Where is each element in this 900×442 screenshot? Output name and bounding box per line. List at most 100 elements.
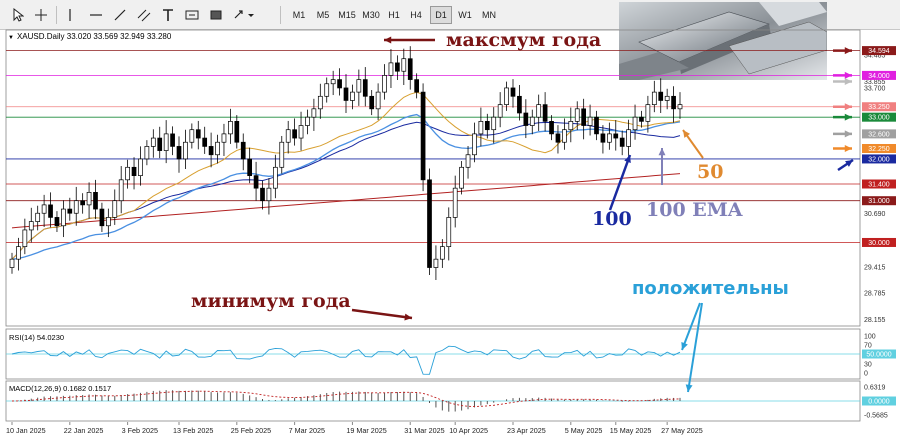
candle-body (240, 141, 246, 160)
candle-body (459, 166, 464, 189)
ma100-line (11, 121, 681, 260)
date-axis-label: 25 Feb 2025 (231, 426, 271, 435)
candle-body (138, 158, 143, 176)
date-axis-label: 22 Jan 2025 (64, 426, 104, 435)
date-axis-label: 5 May 2025 (565, 426, 603, 435)
positive-label: положительны (632, 278, 789, 299)
rsi-line (11, 345, 681, 375)
candle-body (420, 91, 426, 181)
candle-body (54, 217, 60, 227)
candle-body (22, 229, 28, 247)
candle-body (517, 95, 522, 114)
candle-body (388, 62, 394, 76)
candle-body (330, 79, 336, 85)
candle-body (523, 112, 529, 126)
date-axis-label: 19 Mar 2025 (346, 426, 386, 435)
candle-body (195, 129, 201, 139)
price-box-label: 33.250 (868, 104, 890, 111)
candle-body (48, 204, 53, 218)
candle-body (510, 87, 516, 97)
candle-body (542, 104, 548, 122)
candle-body (439, 246, 445, 260)
candle-body (183, 141, 188, 160)
price-box-label: 32.000 (868, 156, 890, 163)
macd-header: MACD(12,26,9) 0.1682 0.1517 (9, 384, 111, 393)
candle-body (247, 158, 253, 176)
date-axis-label: 7 Mar 2025 (289, 426, 325, 435)
candle-body (170, 133, 175, 147)
candle-body (395, 62, 400, 72)
candle-body (215, 141, 220, 156)
candle-body (221, 133, 227, 143)
candle-body (446, 217, 452, 247)
candle-body (150, 137, 156, 147)
candle-body (337, 79, 342, 89)
candle-body (67, 208, 73, 214)
candle-body (317, 95, 323, 110)
rsi-header: RSI(14) 54.0230 (9, 333, 64, 342)
candle-body (208, 146, 214, 156)
candle-body (369, 95, 375, 110)
min-year-label: минимум года (191, 290, 351, 312)
rsi-axis-label: 100 (864, 334, 876, 341)
max-year-arrow-head (384, 36, 392, 44)
candle-body (478, 121, 484, 135)
candle-body (375, 91, 381, 110)
price-axis-label: 29.415 (864, 264, 886, 271)
level-pointer-arrow-head (844, 130, 852, 138)
candle-body (253, 175, 259, 189)
ma100-arrow (608, 154, 632, 211)
price-box-label: 32.250 (868, 146, 890, 153)
date-axis-label: 10 Apr 2025 (449, 426, 488, 435)
candle-body (9, 258, 15, 268)
min-year-arrow (351, 308, 413, 320)
max-year-label: максмум года (446, 29, 602, 51)
candle-body (613, 133, 619, 139)
candle-body (285, 129, 291, 143)
candle-body (574, 108, 580, 122)
candle-body (549, 121, 554, 135)
price-chart[interactable]: RSI(14) 54.0230 MACD(12,26,9) 0.1682 0.1… (0, 0, 900, 442)
terminal-window: M1 M5 M15 M30 H1 H4 D1 W1 MN ▼ XAUSD.Dai… (0, 0, 900, 442)
candle-body (472, 133, 477, 156)
candle-body (105, 217, 111, 227)
candle-body (639, 116, 644, 122)
candle-body (41, 204, 47, 214)
level-pointer-arrow-head (844, 145, 852, 152)
date-axis-label: 27 May 2025 (661, 426, 703, 435)
candle-body (202, 137, 208, 147)
ema100-line (11, 113, 681, 260)
candle-body (632, 116, 638, 131)
candle-body (144, 146, 150, 160)
candle-body (28, 221, 34, 231)
candle-body (234, 121, 240, 143)
candle-body (131, 166, 137, 176)
candle-body (651, 91, 657, 105)
price-axis-label: 33.700 (864, 85, 886, 92)
rsi-axis-label: 30 (864, 362, 872, 369)
candle-body (356, 79, 362, 93)
ema100-label: 100 EMA (646, 199, 743, 221)
level-pointer-arrow-head (844, 103, 852, 111)
price-box-label: 0.0000 (868, 399, 890, 406)
price-box-label: 50.0000 (866, 352, 891, 359)
candle-body (619, 137, 625, 147)
candle-body (504, 87, 509, 105)
price-axis-label: 28.785 (864, 291, 886, 298)
candle-body (427, 179, 432, 268)
candle-body (292, 129, 297, 139)
candle-body (536, 104, 542, 118)
candle-body (658, 91, 664, 101)
level-pointer-arrow-head (844, 113, 852, 121)
candle-body (433, 258, 439, 268)
candle-body (414, 79, 420, 93)
candle-body (228, 121, 233, 135)
candle-body (568, 121, 574, 131)
price-box-label: 31.400 (868, 182, 890, 189)
level-pointer-arrow-head (844, 47, 852, 55)
candle-body (664, 95, 670, 101)
price-box-label: 33.000 (868, 115, 890, 122)
price-axis-label: 30.690 (864, 211, 886, 218)
candle-body (279, 141, 285, 168)
candle-body (497, 104, 503, 118)
